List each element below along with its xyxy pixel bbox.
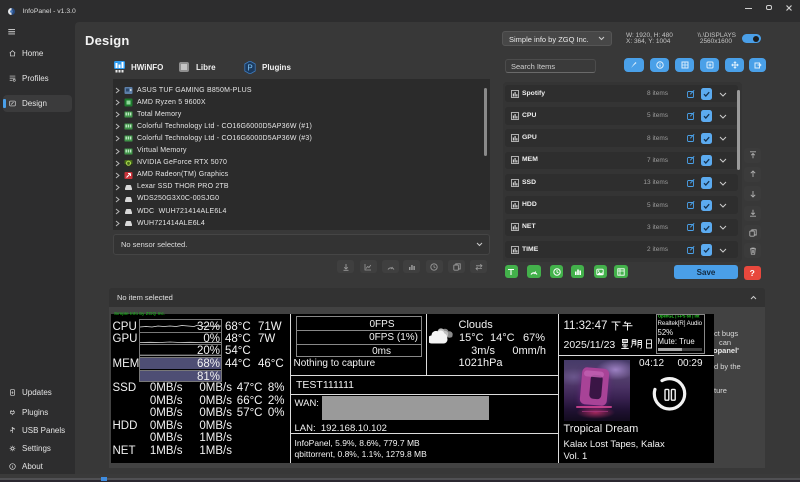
svg-text:P: P [247, 63, 252, 72]
